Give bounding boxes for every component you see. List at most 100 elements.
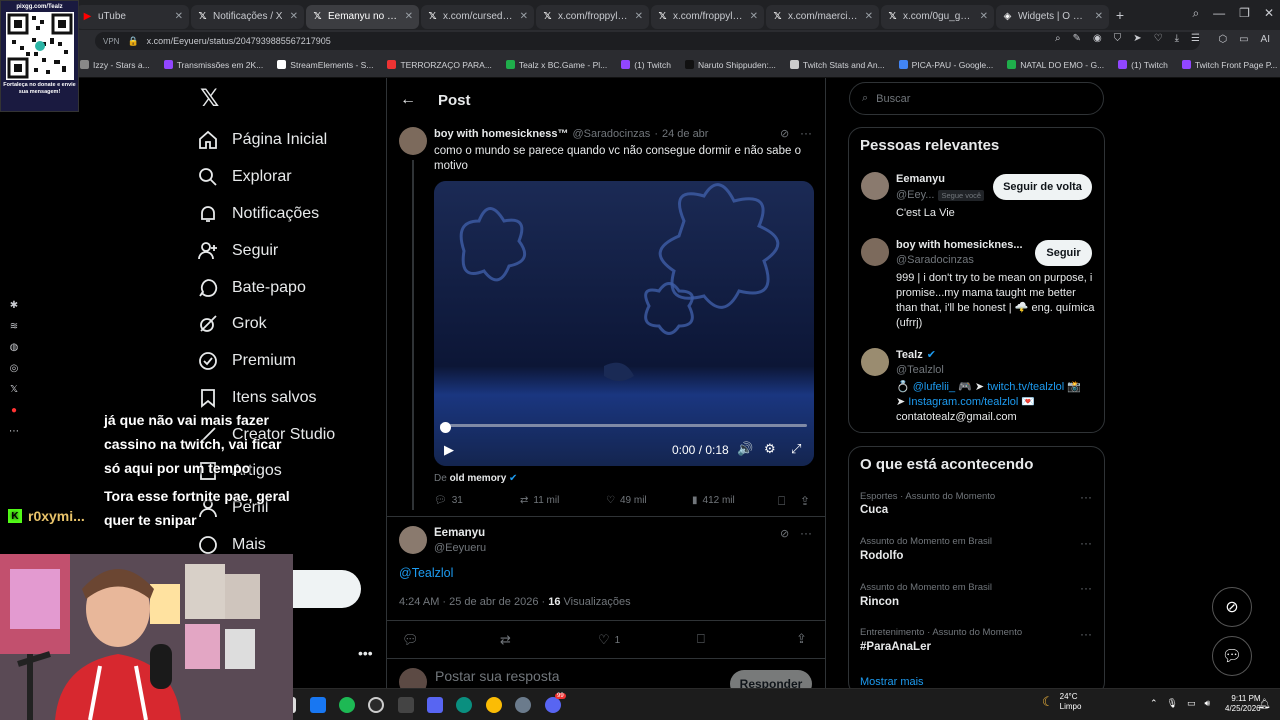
close-icon[interactable]: ✕ — [750, 11, 758, 22]
bookmark-item[interactable]: StreamElements - S... — [277, 60, 373, 70]
nav-item-notifications[interactable]: Notificações — [198, 204, 319, 224]
tweet-time[interactable]: 24 de abr — [662, 128, 708, 140]
video-progress-handle[interactable] — [440, 422, 451, 433]
notifications-icon[interactable]: 🔔︎ — [1258, 699, 1271, 710]
layers-icon[interactable]: ≋ — [10, 321, 18, 332]
steam-icon[interactable] — [515, 697, 531, 713]
nav-item-chat[interactable]: Bate-papo — [198, 278, 306, 298]
teams-icon[interactable] — [427, 697, 443, 713]
whatsapp-icon[interactable]: ◎ — [10, 363, 19, 374]
fullscreen-icon[interactable]: ⤢ — [791, 441, 801, 457]
bookmark-item[interactable]: TERRORZAÇO PARA... — [387, 60, 492, 70]
mention-link[interactable]: @lufelii_ — [913, 381, 955, 393]
browser-tab[interactable]: 𝕏x.com/curseddy13/status✕ — [421, 4, 534, 29]
browser-tab[interactable]: ◈Widgets | O melhor soft✕ — [996, 4, 1109, 29]
nav-item-explore[interactable]: Explorar — [198, 167, 292, 187]
network-icon[interactable]: ▭ — [1187, 698, 1196, 709]
nav-item-follow[interactable]: Seguir — [198, 241, 278, 261]
nav-item-bookmarks[interactable]: Itens salvos — [198, 388, 316, 408]
person-name[interactable]: boy with homesicknes... — [896, 239, 1023, 251]
browser-tab[interactable]: 𝕏x.com/maerciom12/stat✕ — [766, 4, 879, 29]
repost-action[interactable]: ⇄ 11 mil — [520, 495, 559, 506]
trend-more-icon[interactable]: ··· — [1080, 581, 1092, 595]
bookmark-item[interactable]: Naruto Shippuden:... — [684, 60, 776, 70]
nav-item-more[interactable]: Mais — [198, 535, 266, 555]
trend-name[interactable]: Cuca — [860, 504, 888, 516]
taskbar-app-icon[interactable] — [456, 697, 472, 713]
taskbar-app-icon[interactable] — [310, 697, 326, 713]
reply-author-handle[interactable]: @Eeyueru — [434, 542, 486, 554]
follow-button[interactable]: Seguir — [1035, 240, 1092, 266]
repost-icon[interactable]: ⇄ — [500, 632, 511, 648]
grok-icon[interactable]: ⊘ — [780, 527, 789, 540]
chrome-icon[interactable] — [486, 697, 502, 713]
browser-tab[interactable]: ▶ uTube ✕ — [76, 4, 189, 29]
person-handle[interactable]: @Saradocinzas — [896, 254, 974, 266]
like-action[interactable]: ♡ 1 — [598, 632, 620, 648]
avatar[interactable] — [861, 172, 889, 200]
zoom-icon[interactable]: ⌕ — [1055, 33, 1061, 44]
close-icon[interactable]: ✕ — [405, 11, 413, 22]
bookmark-item[interactable]: Twitch Front Page P... — [1181, 60, 1277, 70]
x-icon[interactable]: 𝕏 — [10, 384, 18, 395]
messenger-icon[interactable]: ◍ — [10, 342, 19, 353]
close-icon[interactable]: ✕ — [290, 11, 298, 22]
reply-icon[interactable]: 💬︎ — [402, 632, 419, 648]
cube-icon[interactable]: ⬡ — [1218, 34, 1227, 45]
account-menu-icon[interactable]: ••• — [358, 645, 373, 661]
play-icon[interactable]: ▶ — [444, 442, 454, 458]
messages-fab-icon[interactable]: 💬︎ — [1212, 636, 1252, 676]
close-icon[interactable]: ✕ — [520, 11, 528, 22]
browser-tab-active[interactable]: 𝕏Eemanyu no X: "@Sarad✕ — [306, 4, 419, 29]
minimize-icon[interactable]: — — [1213, 6, 1225, 21]
x-logo-icon[interactable]: 𝕏 — [200, 87, 222, 111]
taskbar-app-icon[interactable] — [398, 697, 414, 713]
trend-name[interactable]: #ParaAnaLer — [860, 641, 931, 653]
bookmark-icon[interactable]: ⎕ — [697, 631, 705, 647]
vpn-badge[interactable]: VPN — [103, 37, 119, 46]
bookmark-item[interactable]: Izzy - Stars a... — [80, 60, 150, 70]
weather-widget[interactable]: ☾ 24°C Limpo — [1042, 692, 1081, 712]
person-name[interactable]: Eemanyu — [896, 173, 945, 185]
trend-more-icon[interactable]: ··· — [1080, 627, 1092, 641]
close-icon[interactable]: ✕ — [635, 11, 643, 22]
restore-icon[interactable]: ❐ — [1239, 6, 1250, 21]
back-arrow-icon[interactable]: ← — [400, 91, 416, 109]
shield-icon[interactable]: ⛉ — [1114, 33, 1122, 44]
views-action[interactable]: ▮ 412 mil — [692, 495, 735, 506]
discord-icon[interactable] — [545, 697, 561, 713]
mention-link[interactable]: @Tealzlol — [399, 566, 453, 580]
trend-more-icon[interactable]: ··· — [1080, 536, 1092, 550]
bookmark-item[interactable]: (1) Twitch — [621, 60, 671, 70]
bio-link[interactable]: twitch.tv/tealzlol — [987, 381, 1064, 393]
url-field[interactable]: VPN 🔒 x.com/Eeyueru/status/2047939885567… — [95, 32, 1200, 50]
bookmark-item[interactable]: Twitch Stats and An... — [789, 60, 885, 70]
trend-name[interactable]: Rincon — [860, 596, 899, 608]
browser-tab[interactable]: 𝕏x.com/froppylol1/status✕ — [651, 4, 764, 29]
menu-icon[interactable]: ☰ — [1191, 33, 1200, 44]
new-tab-button[interactable]: + — [1111, 7, 1129, 23]
bio-link[interactable]: Instagram.com/tealzlol — [908, 396, 1018, 408]
more-icon[interactable]: ⋯ — [9, 426, 19, 437]
close-icon[interactable]: ✕ — [1095, 11, 1103, 22]
bookmark-item[interactable]: Tealz x BC.Game - Pl... — [505, 60, 607, 70]
send-icon[interactable]: ➤ — [1133, 33, 1141, 44]
obs-icon[interactable] — [368, 697, 384, 713]
bookmark-item[interactable]: Transmissões em 2K... — [163, 60, 263, 70]
youtube-icon[interactable]: ● — [11, 405, 17, 416]
bookmark-item[interactable]: PICA-PAU - Google... — [898, 60, 993, 70]
edit-icon[interactable]: ✎ — [1073, 33, 1081, 44]
browser-tab[interactable]: 𝕏x.com/froppylol1/status✕ — [536, 4, 649, 29]
nav-item-home[interactable]: Página Inicial — [198, 130, 327, 150]
video-progress-bar[interactable] — [440, 424, 807, 427]
search-tabs-icon[interactable]: ⌕ — [1192, 6, 1199, 21]
more-options-icon[interactable]: ··· — [800, 526, 812, 540]
close-icon[interactable]: ✕ — [865, 11, 873, 22]
spotify-icon[interactable] — [339, 697, 355, 713]
clock[interactable]: 9:11 PM 4/25/2026 — [1225, 694, 1261, 714]
mic-icon[interactable]: 🎙︎ — [1167, 698, 1178, 709]
share-icon[interactable]: ⇪ — [800, 494, 810, 508]
settings-gear-icon[interactable]: ⚙ — [764, 441, 776, 457]
browser-tab[interactable]: 𝕏x.com/0gu_gustavo0/sta✕ — [881, 4, 994, 29]
chevron-up-icon[interactable]: ⌃ — [1150, 698, 1158, 709]
